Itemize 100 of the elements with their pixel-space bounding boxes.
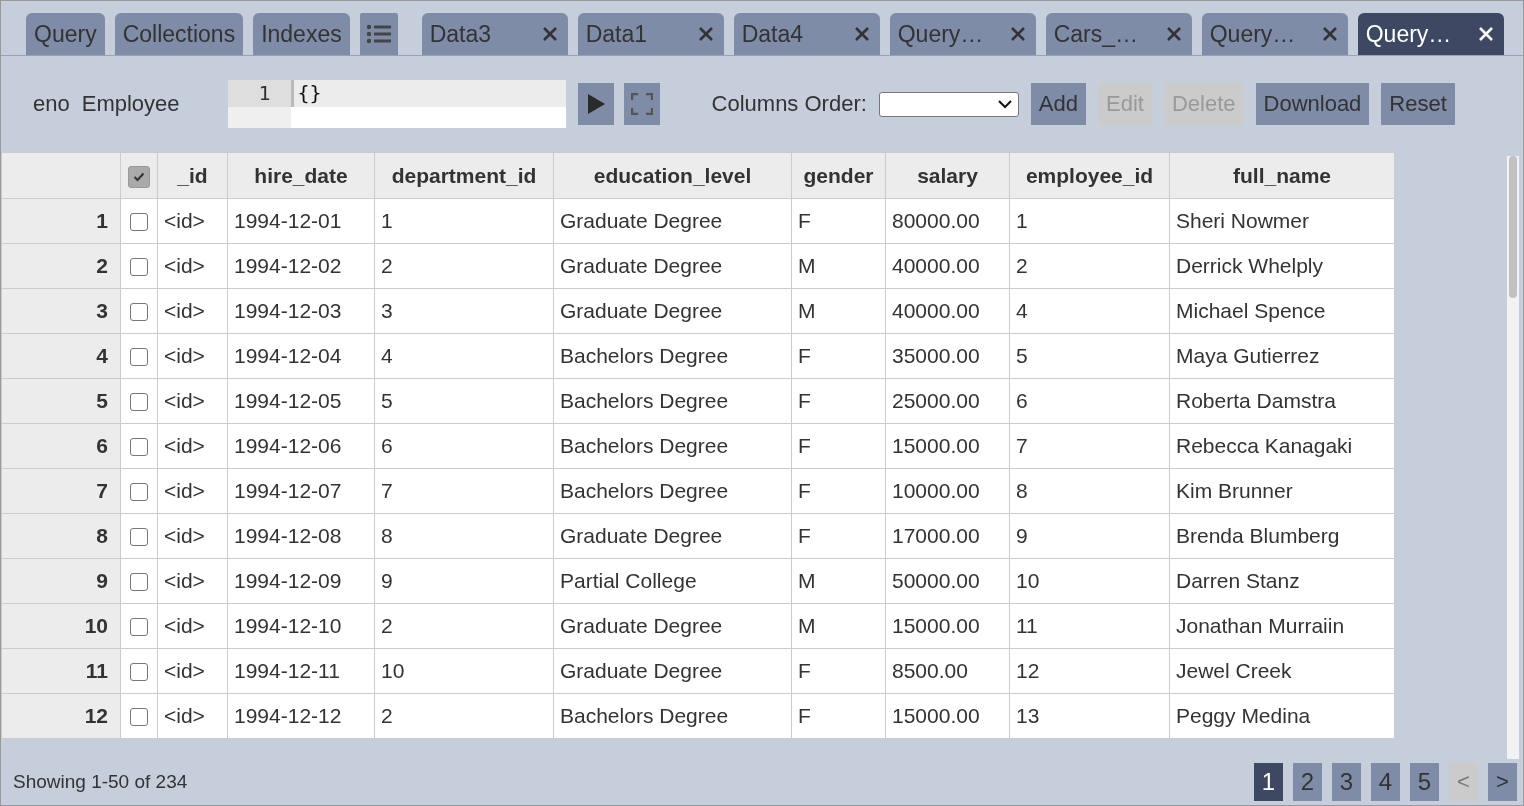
list-menu-button[interactable] — [359, 13, 398, 55]
tab[interactable]: Query… — [1201, 13, 1348, 55]
table-cell: 1994-12-12 — [234, 704, 342, 727]
tab[interactable]: Indexes — [253, 13, 350, 55]
table-cell: Bachelors Degree — [560, 344, 729, 367]
table-cell: Derrick Whelply — [1176, 254, 1324, 277]
query-editor[interactable]: 1 {} — [227, 80, 566, 128]
page-button[interactable]: 1 — [1254, 763, 1283, 801]
table-cell: Jewel Creek — [1176, 659, 1292, 682]
pager-arrow-button[interactable]: > — [1488, 763, 1517, 801]
row-number: 11 — [85, 659, 108, 682]
fullscreen-button[interactable] — [623, 83, 660, 125]
row-checkbox[interactable] — [130, 528, 148, 547]
page-button[interactable]: 5 — [1410, 763, 1439, 801]
table-cell: Jonathan Murraiin — [1176, 614, 1345, 637]
table-cell: 25000.00 — [892, 389, 980, 412]
close-icon[interactable] — [541, 26, 558, 42]
row-number: 5 — [96, 389, 108, 412]
table-cell: Roberta Damstra — [1176, 389, 1336, 412]
table-cell: Graduate Degree — [560, 659, 723, 682]
toolbar-button[interactable]: Download — [1255, 83, 1370, 125]
row-number: 7 — [96, 479, 108, 502]
row-checkbox[interactable] — [130, 393, 148, 412]
columns-order-label: Columns Order: — [711, 91, 867, 117]
table-cell: 9 — [1016, 524, 1028, 547]
toolbar-button[interactable]: Add — [1030, 83, 1086, 125]
page-button[interactable]: 3 — [1332, 763, 1361, 801]
table-cell: 35000.00 — [892, 344, 980, 367]
table-cell: Michael Spence — [1176, 299, 1326, 322]
table-cell: 1 — [381, 209, 393, 232]
table-cell: 40000.00 — [892, 299, 980, 322]
close-icon[interactable] — [853, 26, 870, 42]
table-cell: <id> — [164, 614, 205, 637]
row-checkbox[interactable] — [130, 348, 148, 367]
toolbar-button[interactable]: Reset — [1381, 83, 1455, 125]
row-checkbox[interactable] — [130, 303, 148, 322]
tab[interactable]: Query… — [889, 13, 1036, 55]
tab[interactable]: Collections — [114, 13, 244, 55]
table-cell: 1994-12-05 — [234, 389, 342, 412]
table-cell: 80000.00 — [892, 209, 980, 232]
table-cell: Graduate Degree — [560, 209, 723, 232]
table-cell: M — [798, 299, 816, 322]
row-checkbox[interactable] — [130, 483, 148, 502]
collection-name: Employee — [81, 91, 180, 117]
row-number: 1 — [96, 209, 108, 232]
table-cell: M — [798, 614, 816, 637]
table-cell: 5 — [381, 389, 393, 412]
table-cell: 1994-12-09 — [234, 569, 342, 592]
row-checkbox[interactable] — [130, 258, 148, 277]
status-text: Showing 1-50 of 234 — [13, 771, 188, 793]
row-checkbox[interactable] — [130, 708, 148, 727]
row-checkbox[interactable] — [130, 663, 148, 682]
close-icon[interactable] — [1165, 26, 1182, 42]
table-cell: 1994-12-04 — [234, 344, 342, 367]
table-cell: 8500.00 — [892, 659, 968, 682]
scrollbar-thumb[interactable] — [1509, 156, 1517, 298]
table-cell: 1994-12-07 — [234, 479, 342, 502]
play-icon — [586, 94, 605, 114]
table-cell: F — [798, 389, 811, 412]
table-cell: 17000.00 — [892, 524, 980, 547]
table-cell: M — [798, 569, 816, 592]
row-number: 8 — [96, 524, 108, 547]
run-button[interactable] — [577, 83, 614, 125]
columns-order-select[interactable] — [878, 91, 1019, 117]
expand-icon — [630, 93, 653, 115]
table-cell: 10000.00 — [892, 479, 980, 502]
close-icon[interactable] — [1009, 26, 1026, 42]
table-cell: F — [798, 209, 811, 232]
row-checkbox[interactable] — [130, 618, 148, 637]
tab[interactable]: Data1 — [577, 13, 724, 55]
table-cell: Bachelors Degree — [560, 389, 729, 412]
page-button[interactable]: 4 — [1371, 763, 1400, 801]
row-number: 2 — [96, 254, 108, 277]
row-checkbox[interactable] — [130, 213, 148, 232]
table-cell: Graduate Degree — [560, 299, 723, 322]
row-checkbox[interactable] — [130, 573, 148, 592]
table-cell: 12 — [1016, 659, 1040, 682]
tab[interactable]: Data3 — [421, 13, 568, 55]
table-cell: 4 — [381, 344, 393, 367]
row-checkbox[interactable] — [130, 438, 148, 457]
table-cell: 10 — [381, 659, 405, 682]
table-cell: 9 — [381, 569, 393, 592]
table-cell: Peggy Medina — [1176, 704, 1311, 727]
table-cell: 2 — [381, 614, 393, 637]
close-icon[interactable] — [1321, 26, 1338, 42]
tab[interactable]: Data4 — [733, 13, 880, 55]
page-button[interactable]: 2 — [1293, 763, 1322, 801]
table-cell: F — [798, 344, 811, 367]
row-number: 4 — [96, 344, 108, 367]
table-cell: Bachelors Degree — [560, 704, 729, 727]
close-icon[interactable] — [697, 26, 714, 42]
table-cell: Maya Gutierrez — [1176, 344, 1320, 367]
table-cell: 1994-12-08 — [234, 524, 342, 547]
table-cell: Graduate Degree — [560, 254, 723, 277]
select-all-checkbox[interactable] — [128, 165, 150, 188]
tab[interactable]: Query… — [1357, 13, 1504, 55]
tab[interactable]: Cars_… — [1045, 13, 1192, 55]
tab[interactable]: Query — [26, 13, 105, 55]
table-cell: 15000.00 — [892, 614, 980, 637]
row-number: 6 — [96, 434, 108, 457]
